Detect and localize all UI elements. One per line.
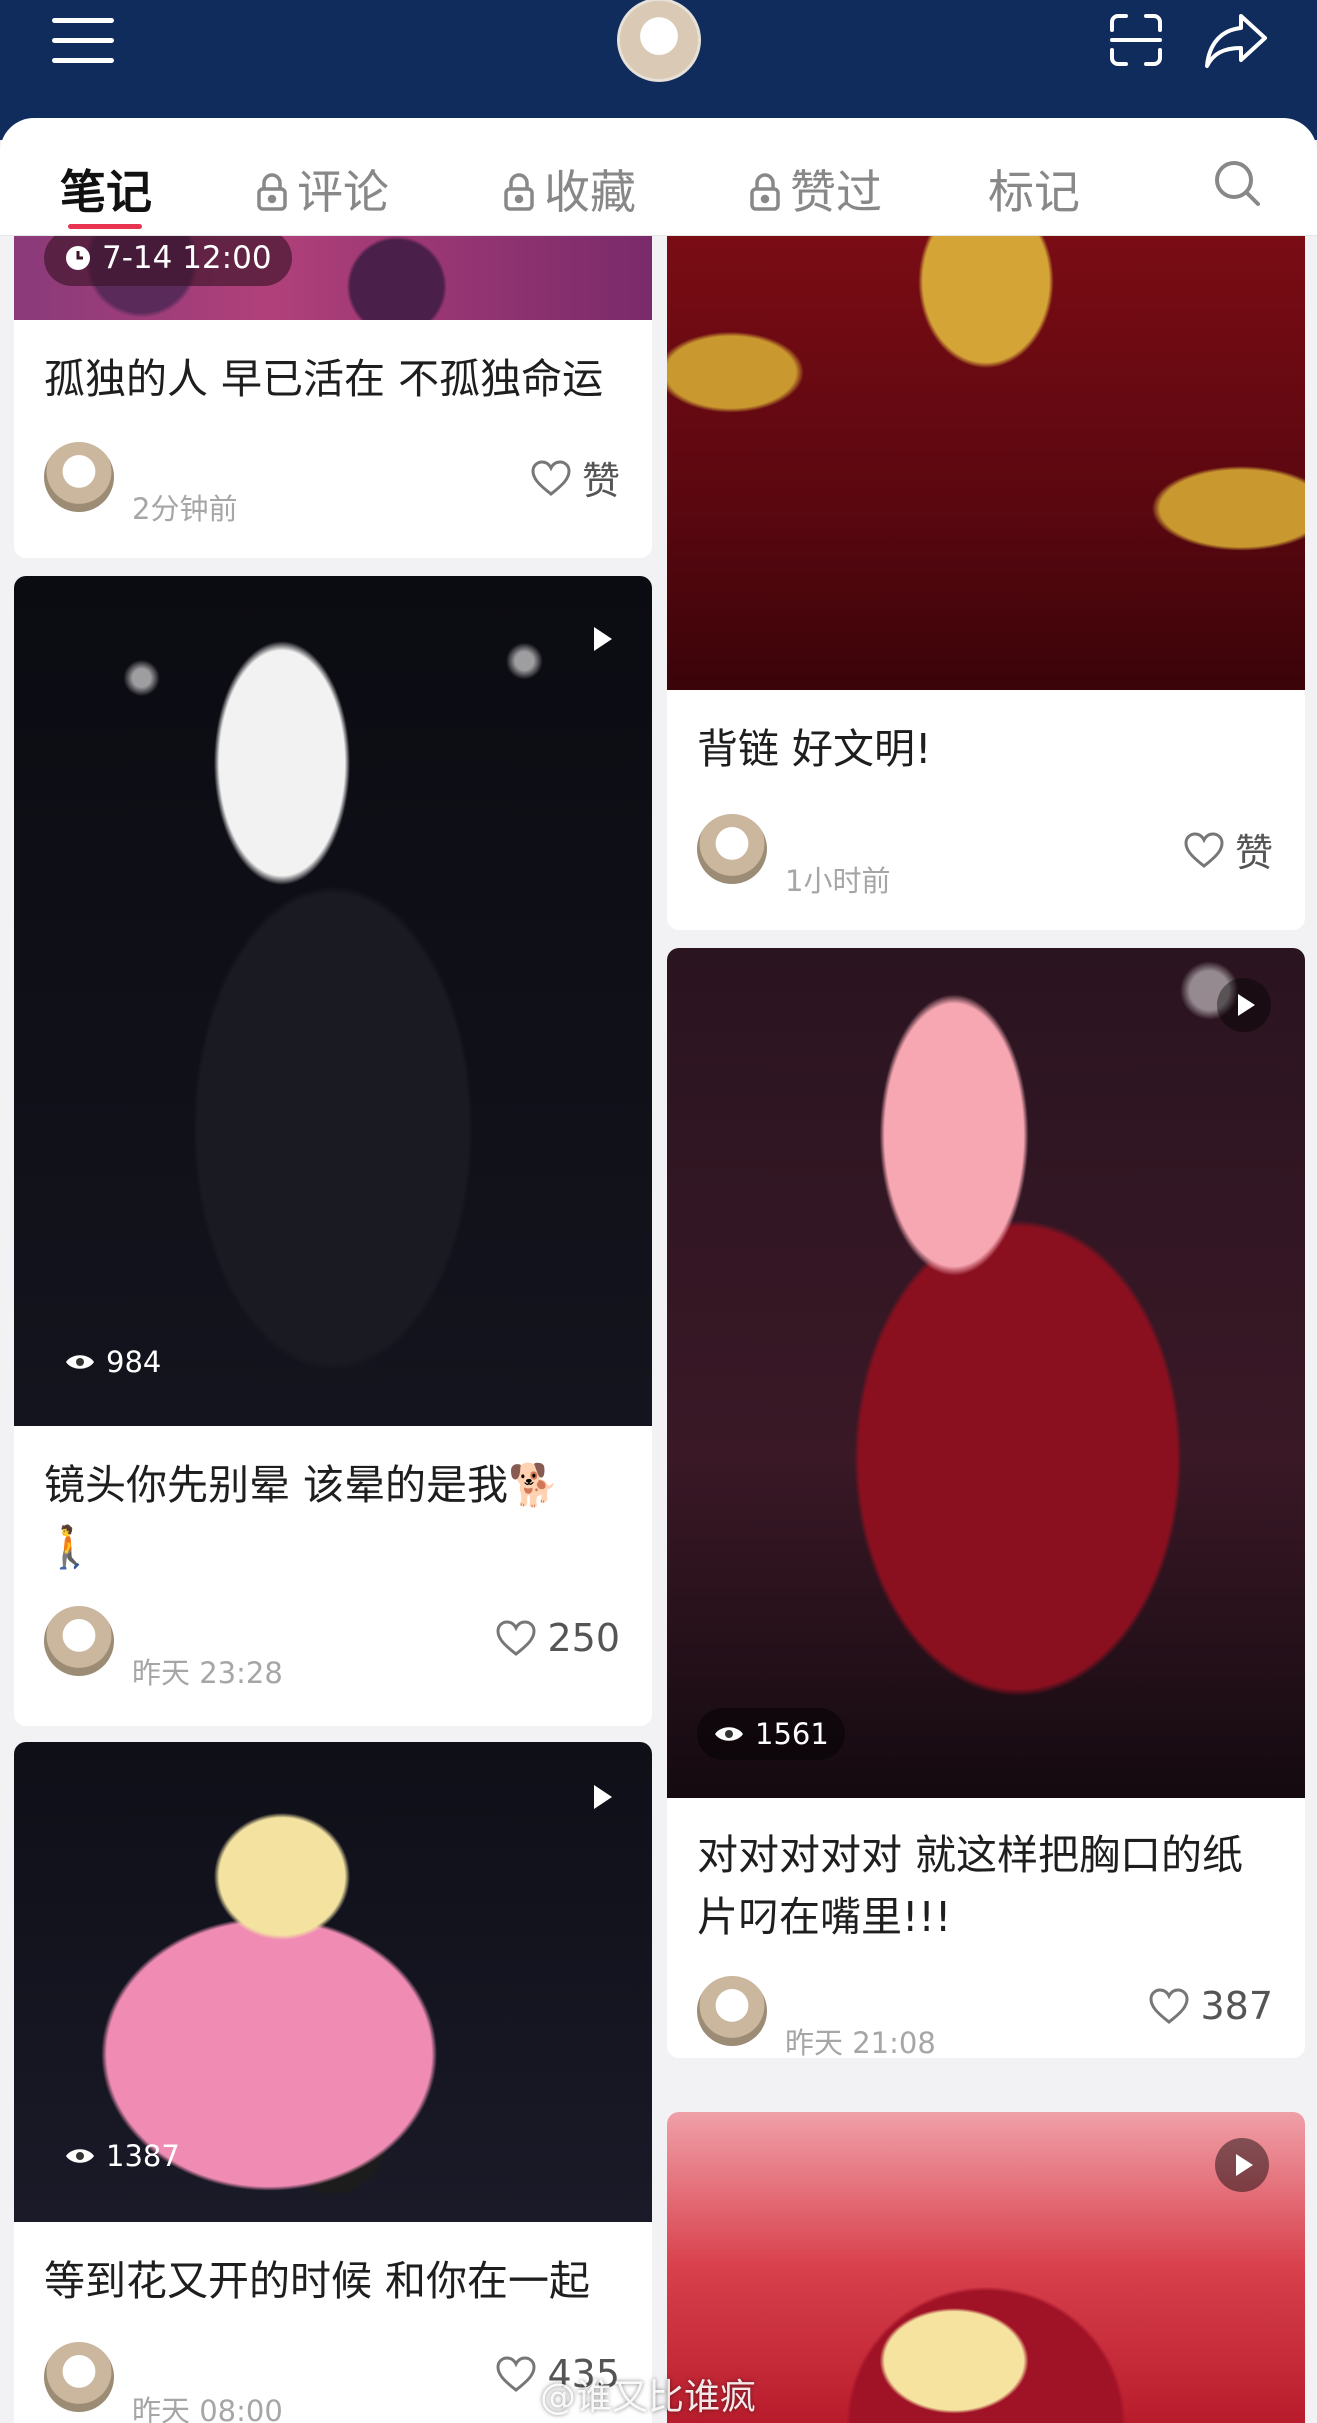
note-title: 孤独的人 早已活在 不孤独命运 bbox=[44, 355, 604, 403]
tab-comments[interactable]: 评论 bbox=[255, 156, 389, 222]
like-count: 赞 bbox=[1234, 831, 1273, 875]
note-card[interactable]: 背链 好文明! 1小时前 赞 bbox=[667, 236, 1305, 930]
eye-icon bbox=[66, 2149, 94, 2163]
video-play-icon bbox=[1217, 978, 1271, 1032]
note-card[interactable]: 1387 等到花又开的时候 和你在一起 昨天 08:00 435 bbox=[14, 1742, 652, 2423]
note-time: 1小时前 bbox=[785, 864, 891, 898]
lock-icon bbox=[255, 169, 289, 211]
active-tab-indicator bbox=[68, 224, 142, 229]
video-play-icon bbox=[594, 1785, 612, 1809]
view-count-badge: 1387 bbox=[48, 2130, 196, 2182]
note-card[interactable]: 984 镜头你先别晕 该晕的是我🐕🚶 昨天 23:28 250 bbox=[14, 576, 652, 1726]
note-card[interactable] bbox=[667, 2112, 1305, 2423]
tab-label: 评论 bbox=[297, 165, 389, 219]
share-icon[interactable] bbox=[1203, 10, 1269, 70]
note-cover-image bbox=[667, 2112, 1305, 2423]
profile-tabs: 笔记 评论 收藏 赞过 标记 bbox=[0, 118, 1317, 236]
note-time: 昨天 23:28 bbox=[132, 1656, 283, 1690]
note-card[interactable]: 1561 对对对对对 就这样把胸口的纸片叼在嘴里!!! 昨天 21:08 387 bbox=[667, 948, 1305, 2058]
tab-label: 笔记 bbox=[60, 165, 152, 219]
tab-label: 标记 bbox=[988, 165, 1080, 219]
author-avatar[interactable] bbox=[44, 2342, 114, 2412]
author-avatar[interactable] bbox=[44, 442, 114, 512]
note-time: 昨天 08:00 bbox=[132, 2394, 283, 2423]
tab-favorites[interactable]: 收藏 bbox=[502, 156, 636, 222]
like-count: 387 bbox=[1200, 1984, 1273, 2028]
schedule-time: 7-14 12:00 bbox=[102, 240, 272, 276]
search-icon[interactable] bbox=[1212, 158, 1262, 208]
menu-icon[interactable] bbox=[52, 18, 114, 64]
lock-icon bbox=[502, 169, 536, 211]
like-button[interactable]: 250 bbox=[495, 1616, 620, 1660]
author-avatar[interactable] bbox=[697, 814, 767, 884]
view-count: 984 bbox=[106, 1345, 162, 1379]
note-title: 对对对对对 就这样把胸口的纸片叼在嘴里!!! bbox=[697, 1831, 1244, 1941]
note-cover-image bbox=[667, 948, 1305, 1798]
like-button[interactable]: 387 bbox=[1148, 1984, 1273, 2028]
heart-icon bbox=[496, 1620, 536, 1656]
lock-icon bbox=[748, 169, 782, 211]
note-title: 背链 好文明! bbox=[697, 725, 932, 773]
heart-icon bbox=[496, 2356, 536, 2392]
note-time: 2分钟前 bbox=[132, 492, 238, 526]
view-count-badge: 984 bbox=[48, 1336, 177, 1388]
like-button[interactable]: 赞 bbox=[530, 450, 620, 505]
note-title: 镜头你先别晕 该晕的是我🐕🚶 bbox=[44, 1461, 560, 1571]
like-count: 赞 bbox=[581, 459, 620, 503]
note-time: 昨天 21:08 bbox=[785, 2026, 936, 2058]
note-cover-image bbox=[667, 236, 1305, 690]
video-play-icon bbox=[1215, 2138, 1269, 2192]
tab-marked[interactable]: 标记 bbox=[988, 156, 1080, 222]
video-play-icon bbox=[594, 627, 612, 651]
scan-icon[interactable] bbox=[1108, 12, 1164, 68]
author-avatar[interactable] bbox=[44, 1606, 114, 1676]
like-button[interactable]: 赞 bbox=[1183, 822, 1273, 877]
note-card[interactable]: 7-14 12:00 孤独的人 早已活在 不孤独命运 2分钟前 赞 bbox=[14, 236, 652, 558]
eye-icon bbox=[715, 1727, 743, 1741]
author-avatar[interactable] bbox=[697, 1976, 767, 2046]
clock-icon bbox=[66, 246, 90, 270]
profile-avatar[interactable] bbox=[617, 0, 701, 82]
note-cover-image bbox=[14, 576, 652, 1426]
tab-liked[interactable]: 赞过 bbox=[748, 156, 882, 222]
like-count: 250 bbox=[547, 1616, 620, 1660]
heart-icon bbox=[1184, 831, 1224, 868]
tab-label: 收藏 bbox=[544, 165, 636, 219]
heart-icon bbox=[1149, 1988, 1189, 2024]
tab-label: 赞过 bbox=[790, 165, 882, 219]
note-title: 等到花又开的时候 和你在一起 bbox=[44, 2257, 591, 2305]
heart-icon bbox=[531, 459, 571, 496]
watermark: @谁又比谁疯 bbox=[540, 2377, 757, 2418]
view-count-badge: 1561 bbox=[697, 1708, 845, 1760]
view-count: 1387 bbox=[106, 2139, 180, 2173]
schedule-badge: 7-14 12:00 bbox=[44, 236, 292, 286]
eye-icon bbox=[66, 1355, 94, 1369]
tab-notes[interactable]: 笔记 bbox=[60, 156, 152, 222]
view-count: 1561 bbox=[755, 1717, 829, 1751]
